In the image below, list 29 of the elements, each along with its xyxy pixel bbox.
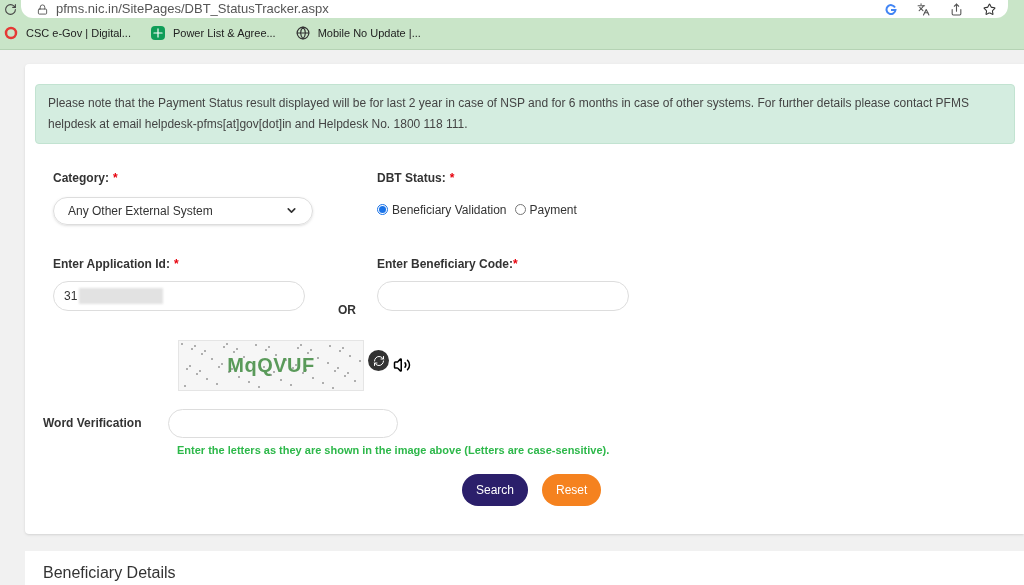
reload-icon[interactable] (4, 2, 17, 16)
search-button[interactable]: Search (462, 474, 529, 507)
bookmark-star-icon[interactable] (983, 2, 996, 16)
bookmark-link[interactable]: Mobile No Update |... (317, 25, 421, 42)
dbt-status-label: DBT Status: * (377, 169, 456, 187)
radio-label: Payment (529, 201, 577, 219)
url-text: pfms.nic.in/SitePages/DBT_StatusTracker.aspx (56, 0, 330, 19)
lock-icon (37, 3, 48, 15)
section-title: Beneficiary Details (43, 563, 177, 583)
bookmark-link[interactable]: Power List & Agree... (172, 25, 276, 42)
category-label: Category: * (53, 169, 119, 187)
translate-icon[interactable] (917, 2, 930, 16)
application-id-label: Enter Application Id: * (53, 255, 180, 273)
bookmark-link[interactable]: CSC e-Gov | Digital... (26, 25, 131, 42)
share-icon[interactable] (950, 2, 963, 16)
beneficiary-code-field[interactable] (377, 280, 629, 311)
word-verification-label: Word Verification (42, 415, 143, 433)
google-icon[interactable] (885, 3, 897, 15)
radio-label: Beneficiary Validation (392, 201, 507, 219)
url-field[interactable]: pfms.nic.in/SitePages/DBT_StatusTracker.aspx (21, 0, 1008, 18)
globe-icon (295, 26, 310, 41)
beneficiary-code-label: Enter Beneficiary Code:* (377, 255, 519, 273)
refresh-icon[interactable] (368, 350, 389, 372)
word-verification-field[interactable] (168, 408, 398, 438)
or-separator: OR (337, 301, 357, 319)
notice-message: Please note that the Payment Status result displayed will be for last 2 year in case of NSP and for 6 months in case of other systems. For further details please contact PFMS helpdesk at email helpdesk-pfms[at]gov[dot]in and Helpdesk No. 1800 118 111. (35, 83, 1015, 144)
captcha-image: MqQVUF (178, 339, 364, 391)
hint-text: Enter the letters as they are shown in the image above (Letters are case-sensitive). (177, 442, 611, 458)
speaker-icon[interactable] (393, 355, 411, 374)
